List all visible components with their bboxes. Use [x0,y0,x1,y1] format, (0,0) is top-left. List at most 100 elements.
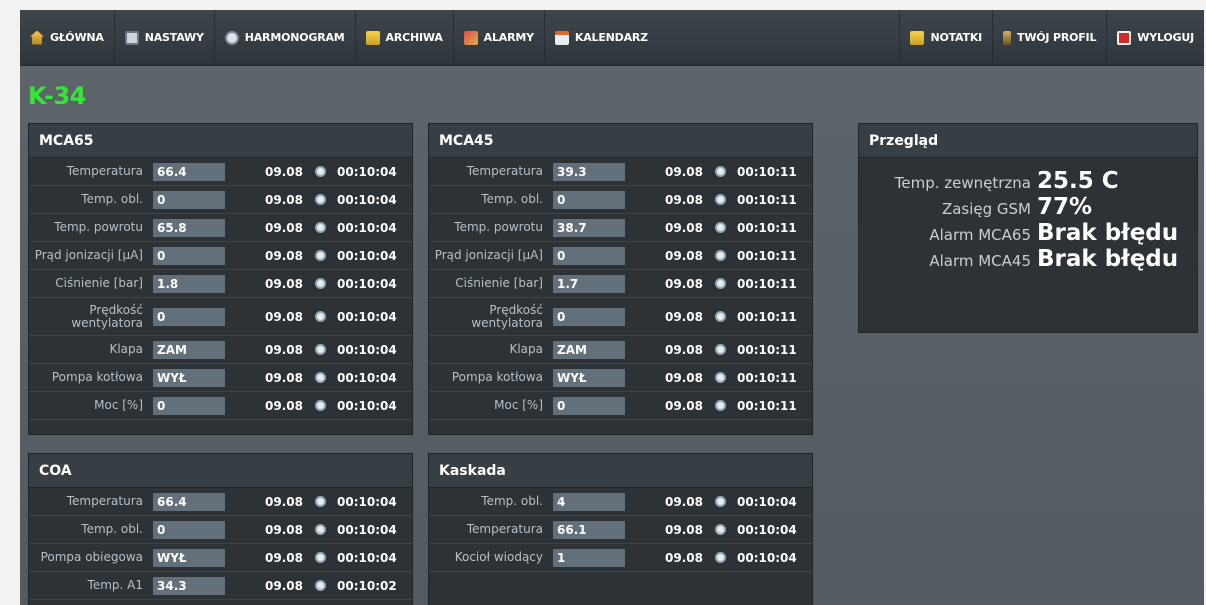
row-time: 00:10:04 [337,309,397,324]
row-time: 00:10:04 [737,494,797,509]
clock-icon [315,193,326,205]
table-row: Klapa ZAM 09.08 00:10:04 [29,336,412,364]
overview-value: 77% [1037,194,1093,220]
row-value: 0 [153,396,225,415]
row-label: Temp. powrotu [54,220,143,234]
row-time: 00:10:11 [737,192,797,207]
nav-label: KALENDARZ [574,31,648,44]
row-value: 0 [553,246,625,265]
nav-item-wyloguj[interactable]: WYLOGUJ [1106,10,1204,66]
row-value: 0 [153,520,225,539]
clock-icon [315,371,326,383]
nav-item-archiwa[interactable]: ARCHIWA [356,10,454,66]
table-row: Ciśnienie [bar] 1.8 09.08 00:10:04 [29,270,412,298]
overview-label: Temp. zewnętrzna [894,174,1031,192]
row-date: 09.08 [265,220,303,235]
settings-grid-icon [124,30,139,45]
table-row: Moc [%] 0 09.08 00:10:11 [429,392,812,420]
clock-icon [315,343,326,355]
row-label: Pompa kotłowa [451,370,543,384]
row-date: 09.08 [265,494,303,509]
row-date: 09.08 [665,550,703,565]
row-time: 00:10:04 [337,164,397,179]
row-time: 00:10:04 [337,550,397,565]
clock-icon [315,495,326,507]
nav-item-harmonogram[interactable]: HARMONOGRAM [215,10,356,66]
table-row: Temperatura 66.4 09.08 00:10:04 [29,488,412,516]
overview-row: Alarm MCA45 Brak błędu [859,246,1197,272]
row-value: 38.7 [553,218,625,237]
overview-rows: Temp. zewnętrzna 25.5 C Zasięg GSM 77% Alarm… [859,158,1197,272]
row-time: 00:10:04 [337,522,397,537]
row-date: 09.08 [665,494,703,509]
row-date: 09.08 [265,522,303,537]
clock-icon [715,371,726,383]
row-time: 00:10:11 [737,309,797,324]
table-row: Kocioł wiodący 1 09.08 00:10:04 [429,544,812,572]
clock-icon [315,165,326,177]
row-date: 09.08 [665,248,703,263]
panel-rows: Temp. obl. 4 09.08 00:10:04 Temperatura 66.1 0… [429,488,812,572]
clock-icon [315,277,326,289]
row-label: Ciśnienie [bar] [55,276,143,290]
row-value: 4 [553,492,625,511]
nav-item-nastawy[interactable]: NASTAWY [115,10,215,66]
table-row: Ciśnienie [bar] 1.7 09.08 00:10:11 [429,270,812,298]
row-label: Temp. powrotu [454,220,543,234]
folder-icon [365,30,380,45]
row-label: Temp. A1 [87,578,143,592]
row-label: Ciśnienie [bar] [455,276,543,290]
table-row: Prąd jonizacji [µA] 0 09.08 00:10:04 [29,242,412,270]
overview-label: Alarm MCA45 [929,252,1031,270]
panel-mca65: MCA65 Temperatura 66.4 09.08 00:10:04 Temp. … [28,123,413,435]
table-row: Prędkość wentylatora 0 09.08 00:10:11 [429,298,812,336]
panel-title: COA [29,454,412,488]
row-label: Temp. obl. [481,192,543,206]
nav-item-alarmy[interactable]: ALARMY [454,10,545,66]
nav-item-kalendarz[interactable]: KALENDARZ [545,10,658,66]
overview-label: Zasięg GSM [941,200,1031,218]
table-row: Pompa kotłowa WYŁ 09.08 00:10:04 [29,364,412,392]
clock-icon [715,310,726,322]
row-label: Klapa [109,342,143,356]
row-value: 66.4 [153,492,225,511]
row-time: 00:10:11 [737,342,797,357]
clock-icon [315,221,326,233]
row-time: 00:10:04 [337,342,397,357]
nav-label: GŁÓWNA [50,31,104,44]
overview-label: Alarm MCA65 [929,226,1031,244]
row-value: 34.3 [153,576,225,595]
nav-item-notatki[interactable]: NOTATKI [899,10,992,66]
row-time: 00:10:11 [737,164,797,179]
row-date: 09.08 [265,370,303,385]
table-row: Temperatura 39.3 09.08 00:10:11 [429,158,812,186]
clock-icon [715,523,726,535]
clock-icon [715,399,726,411]
overview-value: Brak błędu [1037,246,1179,272]
clock-icon [715,343,726,355]
overview-row: Alarm MCA65 Brak błędu [859,220,1197,246]
row-label: Temp. obl. [481,494,543,508]
panel-rows: Temperatura 66.4 09.08 00:10:04 Temp. obl. 0 0… [29,158,412,420]
panel-mca45: MCA45 Temperatura 39.3 09.08 00:10:11 Temp. … [428,123,813,435]
row-time: 00:10:04 [337,248,397,263]
table-row: Pompa kotłowa WYŁ 09.08 00:10:11 [429,364,812,392]
nav-item-profil[interactable]: TWÓJ PROFIL [992,10,1106,66]
row-label: Klapa [509,342,543,356]
row-value: 66.4 [153,162,225,181]
panel-rows: Temperatura 66.4 09.08 00:10:04 Temp. obl. 0 0… [29,488,412,600]
nav-item-glowna[interactable]: GŁÓWNA [20,10,115,66]
table-row: Temp. obl. 0 09.08 00:10:04 [29,516,412,544]
row-date: 09.08 [665,522,703,537]
clock-icon [715,193,726,205]
nav-label: NOTATKI [930,31,983,44]
row-date: 09.08 [265,192,303,207]
row-date: 09.08 [265,398,303,413]
row-time: 00:10:11 [737,220,797,235]
row-date: 09.08 [265,276,303,291]
row-time: 00:10:02 [337,578,397,593]
row-date: 09.08 [265,164,303,179]
row-date: 09.08 [665,370,703,385]
row-label: Prąd jonizacji [µA] [34,248,143,262]
row-label: Temperatura [66,494,143,508]
